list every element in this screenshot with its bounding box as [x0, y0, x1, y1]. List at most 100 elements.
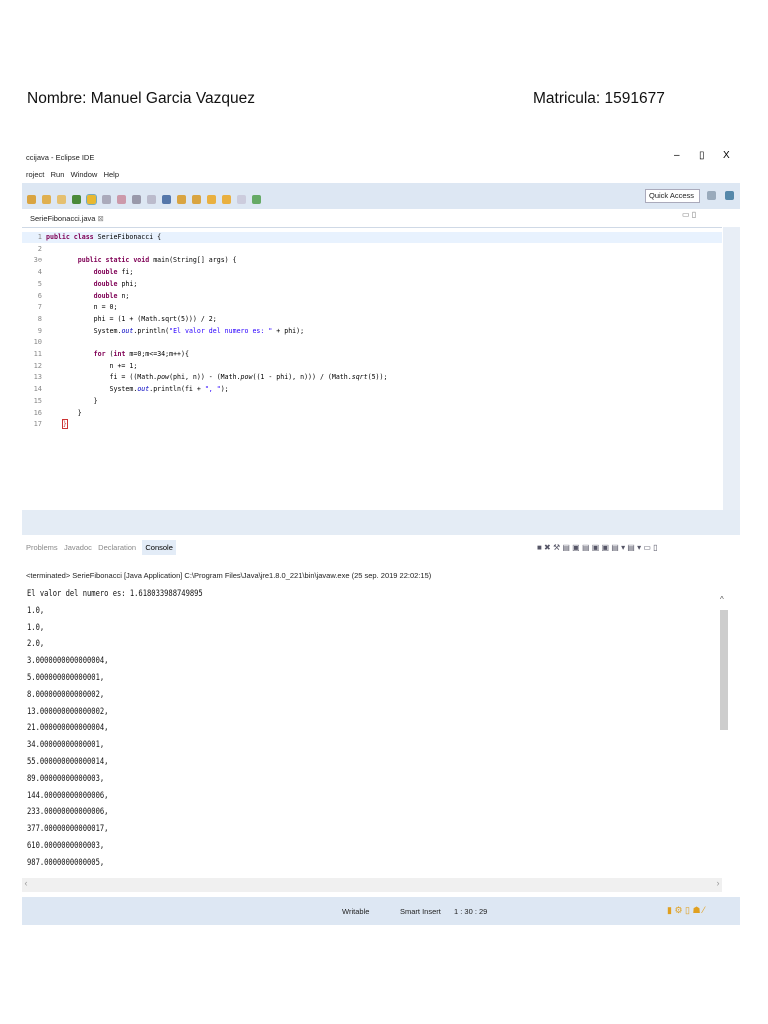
line-number: 5 [37, 279, 42, 288]
line-number: 1 [37, 233, 42, 241]
status-bar: Writable Smart Insert 1 : 30 : 29 ▮ ⚙ ▯ … [22, 897, 740, 925]
console-line: 5.000000000000001, [27, 672, 105, 682]
console-line: 55.000000000000014, [27, 756, 109, 766]
close-button[interactable]: X [723, 150, 730, 161]
line-number: 17 [33, 420, 42, 429]
open-icon[interactable] [42, 195, 51, 205]
tab-console[interactable]: Console [142, 540, 176, 555]
code-line: for (int m=0;m<=34;m++){ [93, 350, 189, 358]
divider [22, 510, 740, 535]
code-line: public static void main(String[] args) { [77, 256, 237, 265]
menu-project[interactable]: roject [26, 170, 44, 179]
console-toolbar[interactable]: ■ ✖ ⚒ ▤ ▣ ▤ ▣ ▣ ▤ ▾ ▤ ▾ ▭ ▯ [537, 543, 658, 552]
prev-annotation-icon[interactable] [192, 195, 201, 205]
console-line: 144.00000000000006, [27, 789, 109, 800]
minimize-maximize-editor[interactable]: ▭ ▯ [682, 210, 722, 219]
highlight-icon[interactable] [86, 194, 97, 206]
line-number: 2 [37, 244, 42, 253]
line-number: 14 [33, 385, 42, 394]
code-line: n = 0; [46, 303, 118, 312]
console-output[interactable]: El valor del numero es: 1.61803398874989… [22, 585, 722, 875]
console-line: 610.0000000000003, [27, 840, 105, 850]
line-number: 13 [33, 373, 42, 382]
code-line: double fi; [93, 268, 134, 277]
code-editor[interactable]: 1 public class SerieFibonacci { 2 3⊖ public… [22, 227, 722, 511]
pilcrow-icon[interactable] [147, 195, 156, 205]
code-line: n += 1; [46, 361, 138, 370]
build-icon[interactable] [57, 195, 66, 205]
minimize-button[interactable]: – [674, 150, 680, 161]
line-number: 7 [37, 303, 42, 312]
editor-right-strip [723, 227, 740, 510]
console-line: 1.0, [27, 621, 45, 632]
console-line: 13.000000000000002, [27, 705, 109, 716]
view-tabs: Problems Javadoc Declaration Console [26, 540, 176, 555]
forward-icon[interactable] [237, 195, 246, 205]
block-icon[interactable] [132, 195, 141, 205]
save-icon[interactable] [27, 195, 36, 205]
tab-problems[interactable]: Problems [26, 543, 58, 552]
menu-window[interactable]: Window [71, 170, 98, 179]
maximize-button[interactable]: ▯ [699, 150, 705, 161]
vertical-scrollbar[interactable]: ^ [720, 595, 728, 875]
line-number: 10 [33, 338, 42, 347]
console-line: 2.0, [27, 638, 45, 649]
window-title: ccijava - Eclipse IDE [26, 153, 95, 162]
code-line: fi = ((Math.pow(phi, n)) - (Math.pow((1 … [46, 373, 388, 382]
console-line: 21.000000000000004, [27, 722, 109, 733]
menu-help[interactable]: Help [104, 170, 119, 179]
toolbar: Quick Access [22, 183, 740, 209]
next-annotation-icon[interactable] [177, 195, 186, 205]
console-line: 34.00000000000001, [27, 739, 105, 750]
console-status: <terminated> SerieFibonacci [Java Applic… [26, 571, 432, 580]
horizontal-scrollbar[interactable]: ‹ › [22, 878, 722, 892]
code-line: public class SerieFibonacci { [46, 233, 162, 241]
console-line: 1.0, [27, 604, 45, 615]
eclipse-screenshot: ccijava - Eclipse IDE – ▯ X roject Run W… [22, 145, 740, 925]
writable-status: Writable [342, 907, 370, 916]
code-line: System.out.println(fi + ", "); [46, 385, 229, 394]
line-number: 11 [33, 350, 42, 358]
line-number: 4 [37, 268, 42, 277]
console-line: 8.000000000000002, [27, 688, 105, 699]
editor-tab[interactable]: SerieFibonacci.java ⊠ [26, 212, 108, 225]
line-number: 15 [33, 396, 42, 405]
insert-mode-status: Smart Insert [400, 907, 441, 916]
code-line: } [46, 396, 98, 405]
menu-bar: roject Run Window Help [26, 170, 119, 179]
console-line: 89.00000000000003, [27, 772, 105, 783]
toggle-icon[interactable] [102, 195, 111, 205]
line-number: 8 [37, 314, 42, 323]
back-arrow-icon[interactable] [222, 195, 231, 205]
line-number: 3⊖ [33, 256, 42, 265]
pin-icon[interactable] [162, 195, 171, 205]
status-icons[interactable]: ▮ ⚙ ▯ ☗ ⁄ [667, 905, 705, 916]
close-tab-icon[interactable]: ⊠ [98, 214, 104, 223]
line-number: 16 [33, 408, 42, 417]
console-line: 987.0000000000005, [27, 856, 105, 867]
console-line: 3.0000000000000004, [27, 655, 109, 666]
console-line: El valor del numero es: 1.61803398874989… [27, 588, 203, 598]
menu-run[interactable]: Run [51, 170, 65, 179]
code-line: phi = (1 + (Math.sqrt(5))) / 2; [46, 314, 217, 323]
java-perspective-icon[interactable] [725, 191, 734, 200]
editor-tab-label: SerieFibonacci.java [30, 214, 96, 223]
code-line: System.out.println("El valor del numero … [46, 326, 305, 335]
perspective-icon[interactable] [707, 191, 716, 200]
tab-declaration[interactable]: Declaration [98, 543, 136, 552]
scrollbar-thumb[interactable] [720, 610, 728, 730]
console-line: 233.00000000000006, [27, 806, 109, 817]
new-window-icon[interactable] [252, 195, 261, 205]
code-line: } [61, 419, 68, 430]
code-line: } [46, 408, 82, 417]
console-line: 377.00000000000017, [27, 823, 109, 834]
tab-javadoc[interactable]: Javadoc [64, 543, 92, 552]
toolbar-icons[interactable] [24, 191, 264, 209]
quick-access-input[interactable]: Quick Access [645, 189, 700, 203]
debug-icon[interactable] [72, 195, 81, 205]
line-number: 6 [37, 291, 42, 300]
student-name: Nombre: Manuel Garcia Vazquez [27, 90, 256, 107]
annotation-icon[interactable] [117, 195, 126, 205]
back-icon[interactable] [207, 195, 216, 205]
code-line: double n; [93, 291, 130, 300]
